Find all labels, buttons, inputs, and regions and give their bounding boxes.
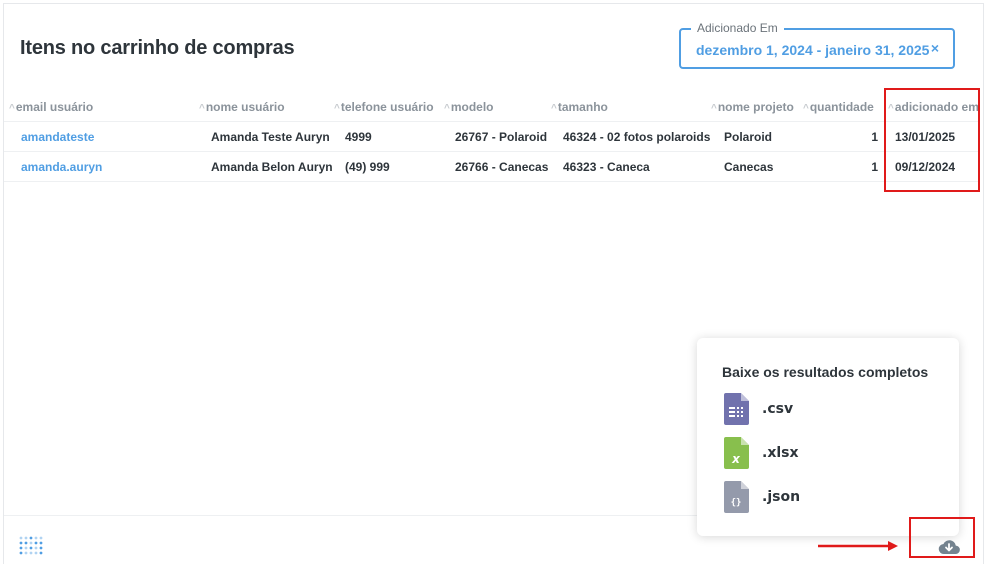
results-table: ^email usuário ^nome usuário ^telefone u… — [4, 92, 980, 182]
download-csv-option[interactable]: .csv — [724, 393, 844, 425]
footer-divider — [4, 515, 698, 516]
column-header-nome-usuario[interactable]: ^nome usuário — [199, 100, 285, 114]
column-header-email[interactable]: ^email usuário — [9, 100, 93, 114]
download-json-option[interactable]: {} .json — [724, 481, 844, 513]
svg-text:x: x — [731, 452, 741, 466]
xlsx-file-icon: x — [724, 437, 749, 469]
cell-quantidade: 1 — [871, 160, 878, 174]
highlight-box-download — [909, 517, 975, 558]
table-row: amandateste Amanda Teste Auryn 4999 2676… — [4, 122, 980, 152]
cell-quantidade: 1 — [871, 130, 878, 144]
metabase-logo-icon — [19, 536, 43, 555]
cell-email[interactable]: amanda.auryn — [21, 160, 102, 174]
sort-caret-icon: ^ — [803, 103, 809, 114]
csv-label: .csv — [762, 401, 794, 417]
sort-caret-icon: ^ — [334, 103, 340, 114]
annotation-arrow — [818, 541, 898, 551]
json-file-icon: {} — [724, 481, 749, 513]
sort-caret-icon: ^ — [199, 103, 205, 114]
column-header-quantidade[interactable]: ^quantidade — [803, 100, 874, 114]
cell-nome-projeto: Polaroid — [724, 130, 773, 144]
close-icon[interactable]: × — [931, 40, 939, 56]
json-label: .json — [762, 489, 801, 505]
xlsx-label: .xlsx — [762, 445, 799, 461]
cell-email[interactable]: amandateste — [21, 130, 94, 144]
cell-tamanho: 46324 - 02 fotos polaroids — [563, 130, 711, 144]
download-title: Baixe os resultados completos — [722, 364, 929, 380]
cell-telefone: 4999 — [345, 130, 372, 144]
filter-legend: Adicionado Em — [691, 21, 784, 35]
sort-caret-icon: ^ — [711, 103, 717, 114]
column-header-nome-projeto[interactable]: ^nome projeto — [711, 100, 794, 114]
cell-modelo: 26767 - Polaroid — [455, 130, 548, 144]
cell-modelo: 26766 - Canecas — [455, 160, 549, 174]
csv-file-icon — [724, 393, 749, 425]
column-header-tamanho[interactable]: ^tamanho — [551, 100, 608, 114]
table-header: ^email usuário ^nome usuário ^telefone u… — [4, 92, 980, 122]
cell-nome-usuario: Amanda Teste Auryn — [211, 130, 330, 144]
download-popover: Baixe os resultados completos .csv x .xl… — [697, 338, 959, 536]
highlight-box-column — [884, 88, 980, 192]
cell-telefone: (49) 999 — [345, 160, 390, 174]
filter-value[interactable]: dezembro 1, 2024 - janeiro 31, 2025 — [696, 42, 929, 58]
cell-tamanho: 46323 - Caneca — [563, 160, 650, 174]
table-row: amanda.auryn Amanda Belon Auryn (49) 999… — [4, 152, 980, 182]
column-header-modelo[interactable]: ^modelo — [444, 100, 494, 114]
sort-caret-icon: ^ — [9, 103, 15, 114]
download-xlsx-option[interactable]: x .xlsx — [724, 437, 844, 469]
column-header-telefone[interactable]: ^telefone usuário — [334, 100, 434, 114]
page-title: Itens no carrinho de compras — [20, 37, 295, 59]
cell-nome-usuario: Amanda Belon Auryn — [211, 160, 333, 174]
sort-caret-icon: ^ — [444, 103, 450, 114]
cell-nome-projeto: Canecas — [724, 160, 774, 174]
date-filter-widget[interactable]: Adicionado Em dezembro 1, 2024 - janeiro… — [679, 21, 955, 69]
sort-caret-icon: ^ — [551, 103, 557, 114]
svg-text:{}: {} — [731, 498, 742, 508]
